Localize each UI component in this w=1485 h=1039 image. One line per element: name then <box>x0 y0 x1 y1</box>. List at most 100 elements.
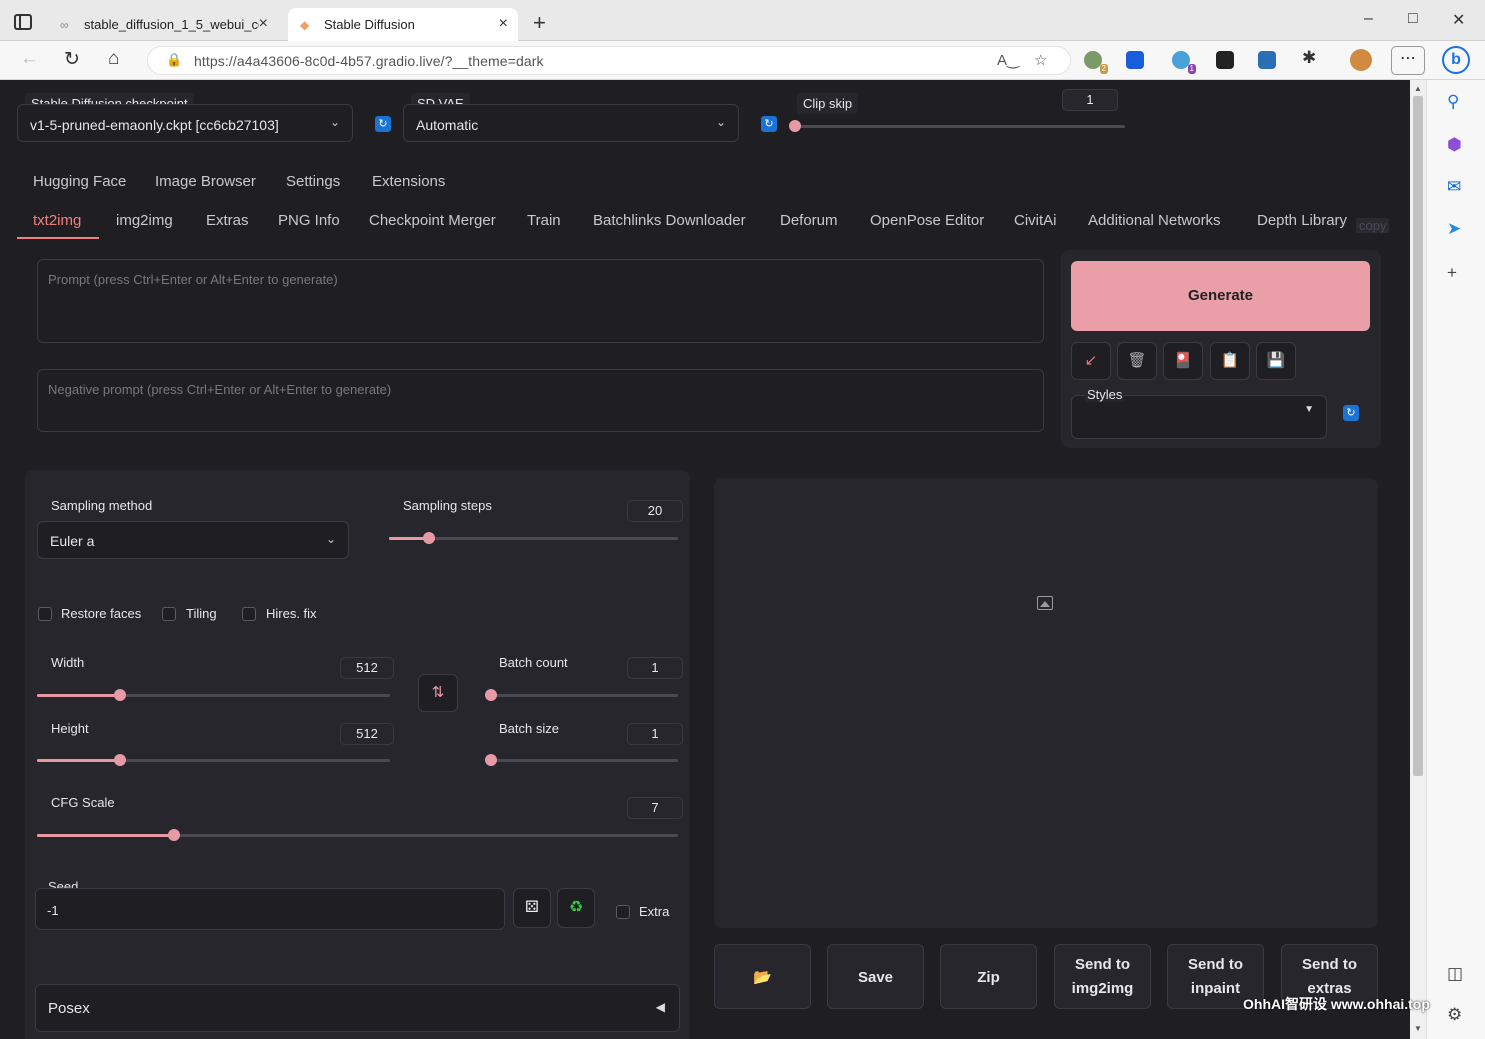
profile-avatar[interactable] <box>1350 49 1372 71</box>
tab-depth-library[interactable]: Depth Library <box>1257 212 1347 229</box>
scroll-up-icon[interactable]: ▲ <box>1414 84 1422 93</box>
scrollbar-thumb[interactable] <box>1413 96 1423 776</box>
clip-skip-slider[interactable] <box>789 120 1125 132</box>
reuse-seed-button[interactable]: ♻ <box>557 888 595 928</box>
random-seed-button[interactable]: ⚄ <box>513 888 551 928</box>
batch-count-input[interactable]: 1 <box>627 657 683 679</box>
reload-icon[interactable]: ↻ <box>64 48 80 71</box>
negative-prompt-textarea[interactable]: Negative prompt (press Ctrl+Enter or Alt… <box>37 369 1044 432</box>
close-tab-icon[interactable]: × <box>499 15 508 33</box>
styles-dropdown[interactable]: Styles ▼ <box>1071 387 1327 439</box>
send-to-img2img-button[interactable]: Send to img2img <box>1054 944 1151 1009</box>
apply-styles-button[interactable]: 📋 <box>1210 342 1250 380</box>
tab-actions-icon[interactable] <box>14 14 32 30</box>
posex-accordion[interactable]: Posex ◀ <box>35 984 680 1032</box>
slider-handle[interactable] <box>789 120 801 132</box>
extensions-puzzle-icon[interactable]: ✱ <box>1302 48 1316 68</box>
tab-extras[interactable]: Extras <box>206 212 249 229</box>
batch-size-input[interactable]: 1 <box>627 723 683 745</box>
batch-size-slider[interactable] <box>485 754 678 766</box>
slider-handle[interactable] <box>113 754 126 766</box>
tab-civitai[interactable]: CivitAi <box>1014 212 1057 229</box>
tab-checkpoint-merger[interactable]: Checkpoint Merger <box>369 212 496 229</box>
hires-fix-checkbox[interactable] <box>242 607 256 621</box>
show-extra-networks-button[interactable]: 🎴 <box>1163 342 1203 380</box>
sampling-steps-input[interactable]: 20 <box>627 500 683 522</box>
extension-icon[interactable]: 1 <box>1172 51 1196 74</box>
tab-img2img[interactable]: img2img <box>116 212 173 229</box>
tab-deforum[interactable]: Deforum <box>780 212 838 229</box>
tab-hugging-face[interactable]: Hugging Face <box>33 173 126 190</box>
more-menu-icon[interactable]: ⋯ <box>1391 46 1425 75</box>
read-aloud-icon[interactable]: A‿ <box>997 51 1019 69</box>
seed-input[interactable]: -1 <box>35 888 505 930</box>
send-icon[interactable]: ➤ <box>1447 219 1461 239</box>
read-params-button[interactable]: ↙ <box>1071 342 1111 380</box>
slider-handle[interactable] <box>113 689 126 701</box>
scroll-down-icon[interactable]: ▼ <box>1414 1024 1422 1033</box>
search-icon[interactable]: ⚲ <box>1447 92 1459 112</box>
sidebar-toggle-icon[interactable]: ◫ <box>1447 964 1463 984</box>
url-text[interactable]: https://a4a43606-8c0d-4b57.gradio.live/?… <box>194 53 544 69</box>
clear-prompt-button[interactable]: 🗑 <box>1117 342 1157 380</box>
back-icon[interactable]: ← <box>20 48 39 70</box>
tab-image-browser[interactable]: Image Browser <box>155 173 256 190</box>
outlook-icon[interactable]: ✉ <box>1447 177 1461 197</box>
generate-button[interactable]: Generate <box>1071 261 1370 331</box>
bitwarden-icon[interactable] <box>1126 51 1144 69</box>
close-tab-icon[interactable]: × <box>259 15 268 33</box>
width-slider[interactable] <box>37 689 390 701</box>
tab-png-info[interactable]: PNG Info <box>278 212 340 229</box>
tab-settings[interactable]: Settings <box>286 173 340 190</box>
checkpoint-dropdown[interactable]: v1-5-pruned-emaonly.ckpt [cc6cb27103] ⌄ <box>17 104 353 142</box>
width-input[interactable]: 512 <box>340 657 394 679</box>
batch-count-slider[interactable] <box>485 689 678 701</box>
save-style-button[interactable]: 💾 <box>1256 342 1296 380</box>
tab-train[interactable]: Train <box>527 212 561 229</box>
height-slider[interactable] <box>37 754 390 766</box>
favorite-star-icon[interactable]: ☆ <box>1034 51 1047 69</box>
tiling-checkbox[interactable] <box>162 607 176 621</box>
minimize-icon[interactable]: – <box>1364 10 1373 28</box>
height-input[interactable]: 512 <box>340 723 394 745</box>
cfg-scale-slider[interactable] <box>37 829 678 841</box>
tab-extensions[interactable]: Extensions <box>372 173 445 190</box>
zip-button[interactable]: Zip <box>940 944 1037 1009</box>
sampling-steps-slider[interactable] <box>389 532 678 544</box>
slider-handle[interactable] <box>485 689 497 701</box>
close-window-icon[interactable]: ✕ <box>1452 10 1465 30</box>
tab-additional-networks[interactable]: Additional Networks <box>1088 212 1221 229</box>
refresh-styles-button[interactable]: ↻ <box>1343 405 1359 421</box>
save-button[interactable]: Save <box>827 944 924 1009</box>
vae-dropdown[interactable]: Automatic ⌄ <box>403 104 739 142</box>
browser-tab-colab[interactable]: ∞ stable_diffusion_1_5_webui_colab × <box>48 8 278 41</box>
extension-icon[interactable]: 2 <box>1084 51 1108 74</box>
extension-icon[interactable] <box>1258 51 1276 69</box>
prompt-textarea[interactable]: Prompt (press Ctrl+Enter or Alt+Enter to… <box>37 259 1044 343</box>
swap-dimensions-button[interactable]: ⇅ <box>418 674 458 712</box>
settings-gear-icon[interactable]: ⚙ <box>1447 1005 1462 1025</box>
page-scrollbar[interactable]: ▲ ▼ <box>1410 80 1426 1039</box>
bing-chat-icon[interactable]: b <box>1442 46 1470 74</box>
browser-tab-stable-diffusion[interactable]: ◆ Stable Diffusion × <box>288 8 518 41</box>
refresh-checkpoint-button[interactable]: ↻ <box>375 116 391 132</box>
tab-batchlinks-downloader[interactable]: Batchlinks Downloader <box>593 212 746 229</box>
maximize-icon[interactable]: □ <box>1408 10 1418 28</box>
tab-openpose-editor[interactable]: OpenPose Editor <box>870 212 984 229</box>
slider-handle[interactable] <box>485 754 497 766</box>
open-folder-button[interactable]: 📂 <box>714 944 811 1009</box>
cfg-scale-input[interactable]: 7 <box>627 797 683 819</box>
refresh-vae-button[interactable]: ↻ <box>761 116 777 132</box>
extra-seed-checkbox[interactable] <box>616 905 630 919</box>
sampling-method-dropdown[interactable]: Euler a ⌄ <box>37 521 349 559</box>
extension-icon[interactable] <box>1216 51 1234 69</box>
clip-skip-input[interactable]: 1 <box>1062 89 1118 111</box>
url-field[interactable]: 🔒 https://a4a43606-8c0d-4b57.gradio.live… <box>147 46 1071 75</box>
lock-icon[interactable]: 🔒 <box>166 52 182 68</box>
restore-faces-checkbox[interactable] <box>38 607 52 621</box>
home-icon[interactable]: ⌂ <box>108 48 119 70</box>
tab-txt2img[interactable]: txt2img <box>33 212 81 229</box>
new-tab-icon[interactable]: + <box>533 10 546 36</box>
add-icon[interactable]: + <box>1447 263 1457 283</box>
office-icon[interactable]: ⬢ <box>1447 135 1462 155</box>
